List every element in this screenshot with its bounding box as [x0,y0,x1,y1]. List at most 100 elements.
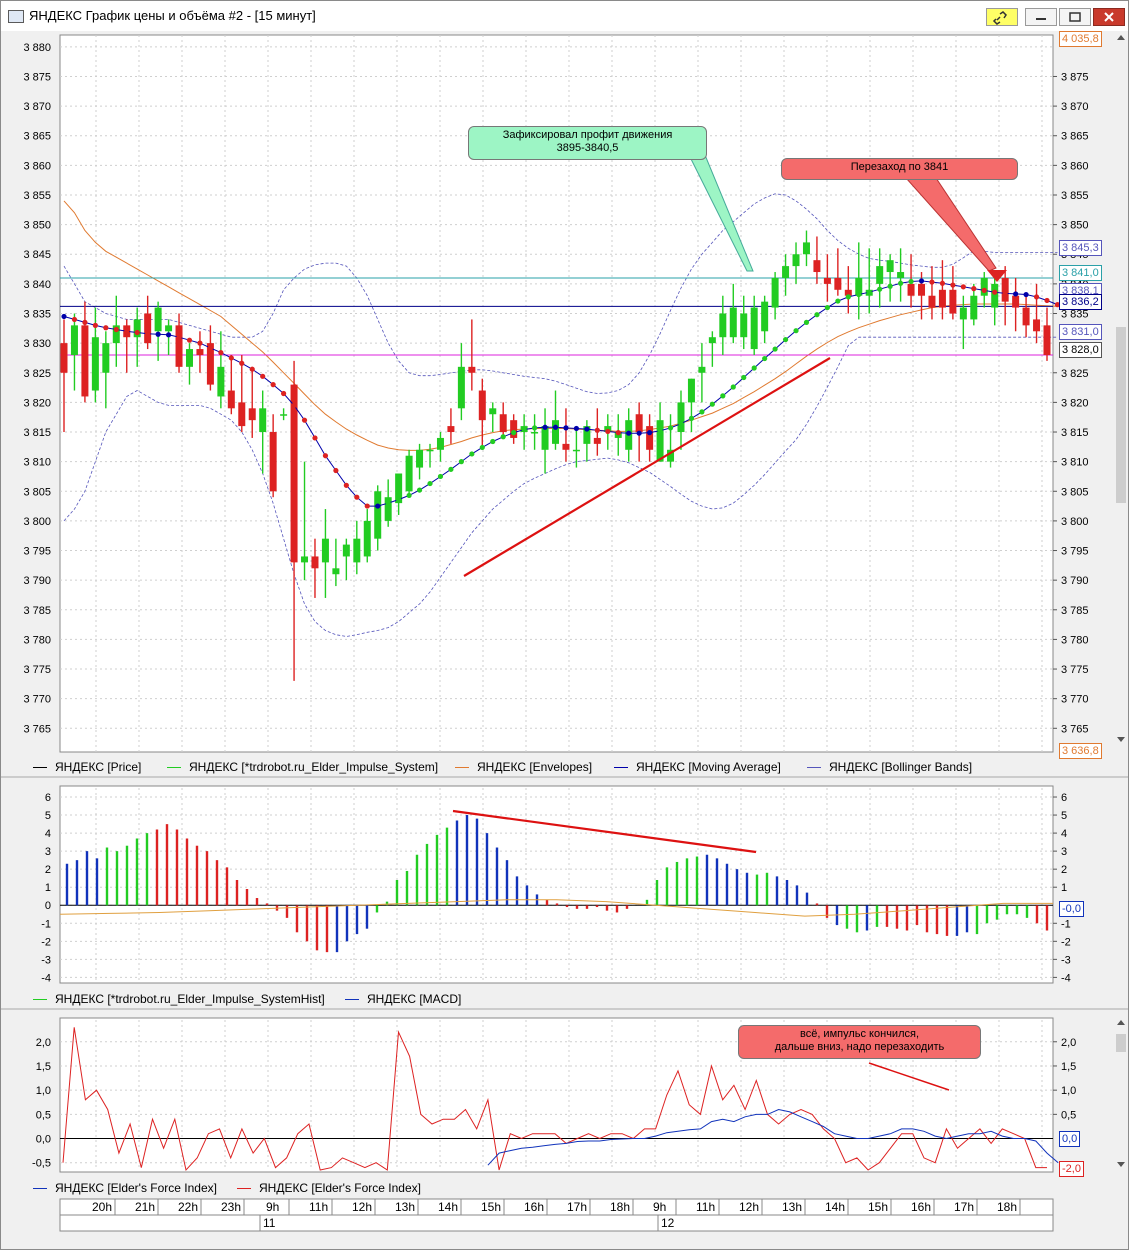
impulse-dot [678,421,684,427]
impulse-dot [835,298,841,304]
minimize-button[interactable] [1025,8,1057,26]
chart-canvas: 3 880 3 875 3 870 3 865 3 860 3 855 3 850 3 845… [1,31,1128,1247]
force-right-tick-label: 1,0 [1061,1085,1076,1097]
impulse-dot [155,331,161,337]
force-tag-blue: 0,0 [1059,1131,1081,1147]
link-button[interactable] [986,8,1018,26]
scroll-thumb[interactable] [1116,327,1126,503]
candle-body [792,254,800,267]
macd-y-tick-label: 4 [45,828,51,840]
force-y-tick-label: 0,5 [36,1109,51,1121]
time-axis-hour-label: 11h [696,1200,715,1214]
force-y-tick-label: 1,0 [36,1085,51,1097]
price-scrollbar[interactable] [1114,31,1128,748]
candle-body [70,325,78,355]
impulse-dot [113,326,119,333]
impulse-dot [856,291,862,298]
restore-icon [1069,12,1081,22]
candle-body [81,325,89,397]
close-icon [1104,12,1114,22]
impulse-dot [134,329,140,336]
impulse-dot [615,430,621,436]
impulse-dot [228,355,234,361]
candle-body [980,277,988,296]
price-right-tick-label: 3 775 [1061,664,1089,676]
force-scrollbar[interactable] [1114,1016,1128,1173]
impulse-dot [364,503,370,509]
legend-item: ЯНДЕКС [MACD] [345,992,461,1006]
impulse-dot [772,346,778,352]
impulse-dot [416,487,423,493]
time-axis-hour-label: 17h [567,1200,587,1214]
candle-body [416,449,424,468]
candle-body [959,307,967,320]
macd-right-tick-label: 3 [1061,846,1067,858]
scroll-thumb[interactable] [1116,1034,1126,1052]
impulse-dot [584,426,590,432]
impulse-dot [165,332,172,338]
price-right-tick-label: 3 800 [1061,516,1089,528]
candle-body [928,295,936,308]
legend-swatch [33,999,47,1001]
force-right-tick-label: 2,0 [1061,1037,1076,1049]
candle-body [91,337,99,391]
candle-body [991,283,999,308]
chart-window: ЯНДЕКС График цены и объёма #2 - [15 мин… [0,0,1129,1250]
candle-body [761,301,769,332]
candle-body [280,414,288,416]
impulse-dot [1033,294,1040,300]
candle-body [813,260,821,273]
macd-right-tick-label: -1 [1061,918,1071,930]
impulse-dot [709,401,715,407]
price-y-tick-label: 3 795 [23,546,51,558]
window-title: ЯНДЕКС График цены и объёма #2 - [15 мин… [29,8,316,23]
price-right-tick-label: 3 875 [1061,71,1089,83]
candle-body [719,313,727,338]
impulse-dot [741,374,747,381]
time-axis-hour-label: 14h [438,1200,458,1214]
profit-callout-text: Зафиксировал профит движения 3895-3840,5 [502,129,673,154]
price-y-tick-label: 3 840 [23,279,51,291]
candle-body [489,408,497,415]
price-tag-top: 4 035,8 [1059,31,1102,47]
candle-body [311,556,319,569]
time-axis-hour-label: 14h [825,1200,845,1214]
impulse-dot [573,425,580,432]
scroll-up-icon [1117,35,1125,40]
price-y-tick-label: 3 880 [23,42,51,54]
minimize-icon [1036,18,1046,20]
impulse-dot [1002,290,1008,296]
time-axis-hour-label: 20h [92,1200,112,1214]
impulse-dot [605,428,611,435]
macd-y-tick-label: 2 [45,864,51,876]
candle-body [227,390,235,409]
impulse-dot [479,444,485,451]
legend-label: ЯНДЕКС [MACD] [367,992,462,1006]
force-tag-red: -2,0 [1059,1161,1084,1177]
candle-body [259,408,267,433]
impulse-dot [950,282,956,288]
price-y-tick-label: 3 820 [23,397,51,409]
legend-label: ЯНДЕКС [Elder's Force Index] [55,1181,217,1195]
price-right-tick-label: 3 765 [1061,723,1089,735]
impulse-dot [803,319,810,325]
impulse-dot [751,365,757,371]
price-right-tick-label: 3 785 [1061,605,1089,617]
macd-y-tick-label: 5 [45,810,51,822]
price-y-tick-label: 3 870 [23,101,51,113]
candle-body [949,289,957,314]
close-button[interactable] [1093,8,1125,26]
price-tag-magenta: 3 828,0 [1059,342,1102,358]
maximize-button[interactable] [1059,8,1091,26]
impulse-dot [908,278,914,285]
impulse-dot [939,280,946,286]
impulse-dot [688,415,695,421]
impulse-dot [918,278,925,284]
macd-y-tick-label: -3 [41,954,51,966]
price-right-tick-label: 3 865 [1061,131,1089,143]
candle-body [750,307,758,350]
force-right-tick-label: 0,5 [1061,1109,1076,1121]
impulse-dot [385,500,391,506]
macd-y-tick-label: 6 [45,792,51,804]
force-y-tick-label: 2,0 [36,1037,51,1049]
